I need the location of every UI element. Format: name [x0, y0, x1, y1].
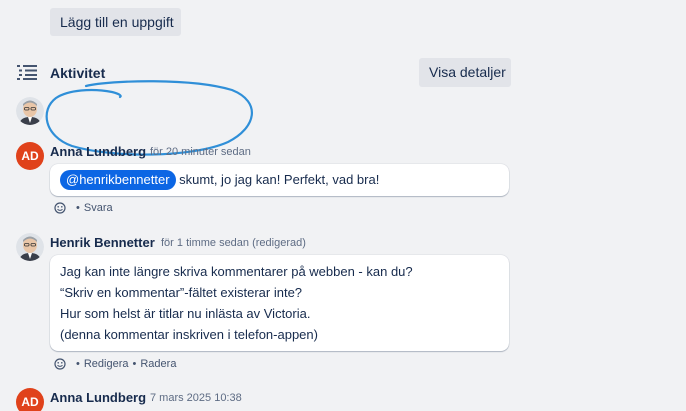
comment-text: skumt, jo jag kan! Perfekt, vad bra! [175, 172, 380, 187]
current-user-avatar [16, 97, 44, 125]
comment-timestamp: 7 mars 2025 10:38 [150, 392, 242, 404]
comment-actions: • Svara [54, 202, 113, 214]
comment-line: “Skriv en kommentar”-fältet existerar in… [60, 285, 303, 300]
comment-body: Jag kan inte längre skriva kommentarer p… [50, 255, 509, 351]
avatar-anna-lundberg: AD [16, 388, 44, 411]
add-task-button[interactable]: Lägg till en uppgift [50, 8, 181, 36]
avatar-anna-lundberg: AD [16, 142, 44, 170]
comment-author: Henrik Bennetter [50, 235, 155, 250]
comment-line: Jag kan inte längre skriva kommentarer p… [60, 264, 413, 279]
comment-timestamp: för 20 minuter sedan [150, 146, 251, 158]
comment-timestamp: för 1 timme sedan (redigerad) [161, 237, 306, 249]
delete-link[interactable]: Radera [140, 358, 176, 370]
activity-list-icon [17, 65, 37, 80]
add-reaction-icon[interactable] [54, 358, 66, 370]
separator-dot: • [76, 202, 80, 214]
show-details-button[interactable]: Visa detaljer [419, 58, 511, 87]
separator-dot: • [132, 358, 137, 370]
comment-line: Hur som helst är titlar nu inlästa av Vi… [60, 306, 311, 321]
reply-link[interactable]: Svara [84, 202, 113, 214]
comment-author: Anna Lundberg [50, 390, 147, 405]
separator-dot: • [76, 358, 80, 370]
activity-title: Aktivitet [50, 65, 106, 81]
add-reaction-icon[interactable] [54, 202, 66, 214]
edit-link[interactable]: Redigera [84, 358, 129, 370]
comment-body: @henrikbennetter skumt, jo jag kan! Perf… [50, 164, 509, 196]
mention-chip[interactable]: @henrikbennetter [60, 170, 176, 190]
comment-author: Anna Lundberg [50, 144, 147, 159]
avatar-henrik-bennetter [16, 233, 44, 261]
comment-line: (denna kommentar inskriven i telefon-app… [60, 327, 318, 342]
comment-actions: • Redigera • Radera [54, 358, 176, 370]
